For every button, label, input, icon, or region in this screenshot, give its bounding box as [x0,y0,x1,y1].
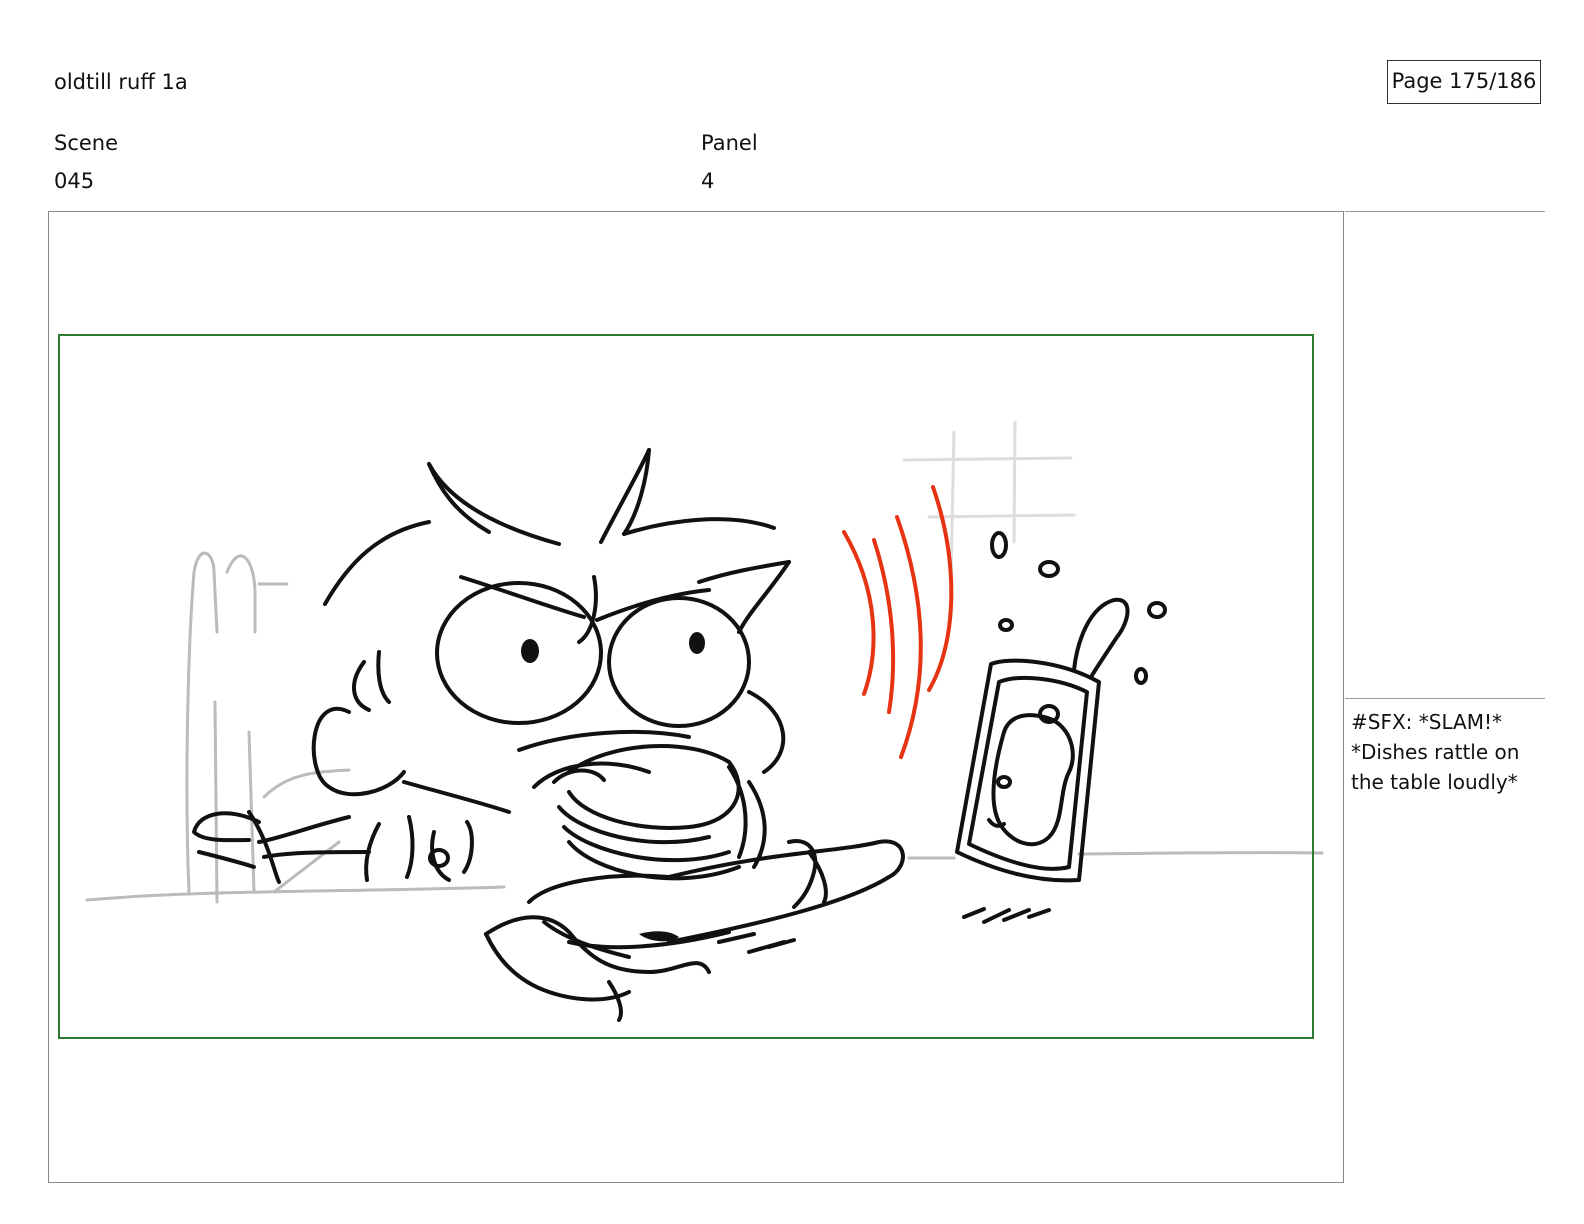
background-sketch [85,551,1324,904]
storyboard-title: oldtill ruff 1a [54,70,188,94]
glass-sketch [955,531,1167,924]
panel-frame [48,211,1344,1183]
note-line: the table loudly* [1351,770,1518,794]
panel-label: Panel [701,131,758,155]
panel-value: 4 [701,169,715,193]
panel-sketch [58,334,1324,1039]
panel-notes: #SFX: *SLAM!* *Dishes rattle on the tabl… [1351,707,1519,797]
impact-lines [842,485,954,759]
note-line: *Dishes rattle on [1351,740,1520,764]
safe-area-rect [58,334,1314,1039]
notes-top-rule [1345,211,1545,212]
page-number-box: Page 175/186 [1387,60,1541,104]
note-line: #SFX: *SLAM!* [1351,710,1503,734]
window-grid-sketch [902,420,1076,579]
scene-value: 045 [54,169,95,193]
character-sketch [192,448,905,1022]
scene-label: Scene [54,131,119,155]
notes-divider [1345,698,1545,699]
